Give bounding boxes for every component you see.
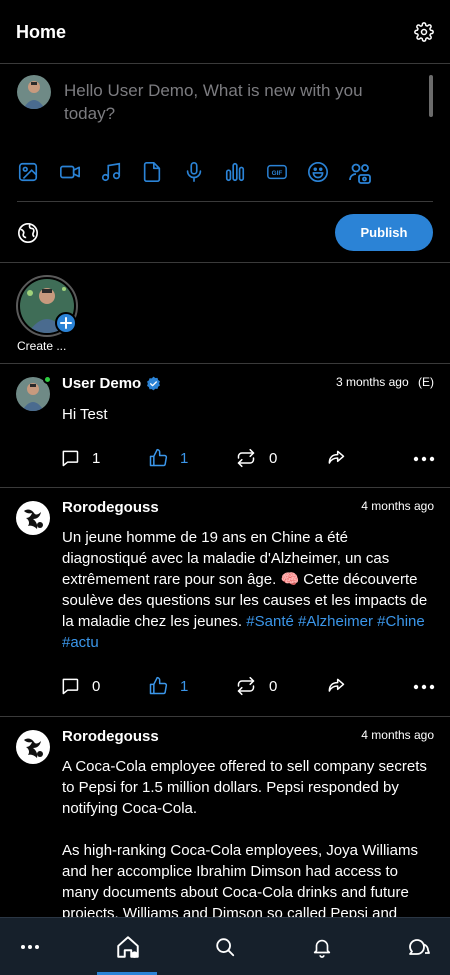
edited-marker: (E) [418,375,434,389]
comment-icon [60,448,80,468]
emoji-icon[interactable] [307,161,331,185]
author-name: Rorodegouss [62,728,159,745]
time-ago: 4 months ago [361,499,434,513]
composer-toolbar: GIF [17,161,377,185]
post-timestamp: 4 months ago [361,499,434,513]
comment-button[interactable]: 1 [60,448,100,468]
repost-icon [235,676,257,696]
scrollbar[interactable] [429,75,433,117]
repost-button[interactable]: 0 [235,448,277,468]
divider [17,201,433,202]
nav-bell-icon[interactable] [290,918,354,975]
time-ago: 4 months ago [361,728,434,742]
comment-count: 0 [92,677,101,695]
time-ago: 3 months ago [335,375,409,389]
image-icon[interactable] [17,161,41,185]
publish-button[interactable]: Publish [335,214,433,251]
post-card: Rorodegouss 4 months ago Un jeune homme … [0,489,450,717]
gif-icon[interactable]: GIF [265,161,289,185]
app-header: Home [0,0,450,64]
more-options-icon[interactable] [413,456,435,462]
gear-icon[interactable] [414,22,434,42]
author-name: Rorodegouss [62,499,159,516]
create-story-label: Create ... [17,339,67,353]
stories-bar: Create ... [0,264,450,364]
post-actions: 0 1 0 [60,676,435,698]
post-body: Hi Test [62,406,108,423]
author-avatar[interactable] [16,501,50,535]
post-composer: Hello User Demo, What is new with you to… [0,65,450,263]
video-icon[interactable] [58,161,82,185]
post-card: Rorodegouss 4 months ago A Coca-Cola emp… [0,718,450,917]
thumbs-up-icon [148,676,168,696]
music-icon[interactable] [100,161,124,185]
nav-chat-icon[interactable] [387,918,450,975]
post-author[interactable]: Rorodegouss [62,499,159,516]
share-icon [326,676,346,696]
post-input[interactable]: Hello User Demo, What is new with you to… [64,79,414,125]
post-paragraph: A Coca-Cola employee offered to sell com… [62,758,427,817]
file-icon[interactable] [141,161,165,185]
post-author[interactable]: Rorodegouss [62,728,159,745]
post-body: A Coca-Cola employee offered to sell com… [62,756,437,917]
post-body: Un jeune homme de 19 ans en Chine a été … [62,527,437,653]
share-button[interactable] [326,448,346,468]
like-button[interactable]: 1 [148,448,188,468]
nav-home-icon[interactable] [96,918,160,975]
repost-count: 0 [269,677,278,695]
like-count: 1 [180,449,189,467]
post-card: User Demo 3 months ago (E) Hi Test 1 1 0 [0,365,450,488]
nav-more-icon[interactable] [0,918,62,975]
comment-icon [60,676,80,696]
repost-count: 0 [269,449,278,467]
share-button[interactable] [326,676,346,696]
thumbs-up-icon [148,448,168,468]
poll-icon[interactable] [224,161,248,185]
page-title: Home [16,22,67,42]
repost-button[interactable]: 0 [235,676,277,696]
post-timestamp: 3 months ago (E) [336,375,434,389]
comment-button[interactable]: 0 [60,676,100,696]
post-paragraph: As high-ranking Coca-Cola employees, Joy… [62,842,418,917]
author-name: User Demo [62,375,142,392]
globe-icon[interactable] [17,222,39,244]
post-timestamp: 4 months ago [361,728,434,742]
share-icon [326,448,346,468]
post-author[interactable]: User Demo [62,375,161,392]
verified-badge-icon [146,376,161,391]
users-icon[interactable] [348,161,372,185]
user-avatar [17,75,51,109]
repost-icon [235,448,257,468]
mic-icon[interactable] [183,161,207,185]
nav-search-icon[interactable] [193,918,257,975]
online-indicator [43,375,52,384]
gif-label: GIF [272,170,283,177]
like-count: 1 [180,677,189,695]
comment-count: 1 [92,449,101,467]
more-options-icon[interactable] [413,684,435,690]
plus-icon[interactable] [55,312,77,334]
author-avatar[interactable] [16,730,50,764]
bottom-navigation [0,917,450,975]
post-actions: 1 1 0 [60,448,435,470]
like-button[interactable]: 1 [148,676,188,696]
